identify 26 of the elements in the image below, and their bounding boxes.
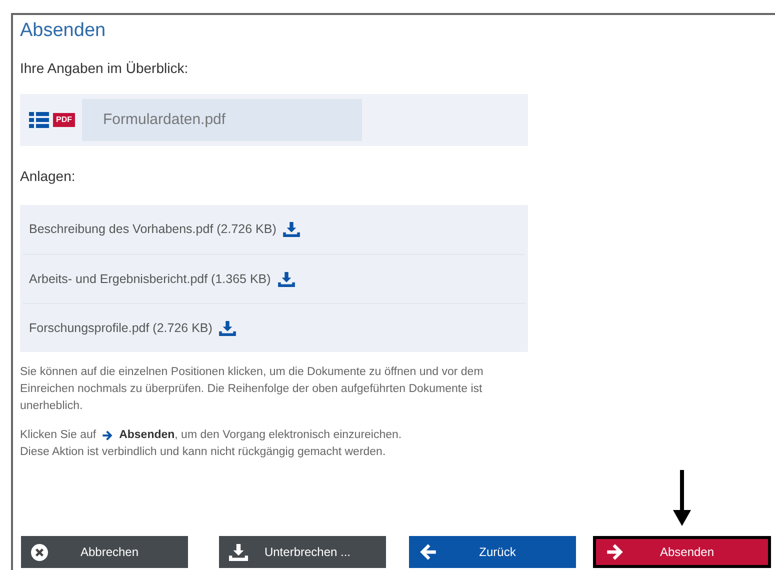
- download-icon[interactable]: [219, 320, 236, 336]
- instruction-text: Klicken Sie auf: [20, 428, 96, 443]
- file-link[interactable]: Formulardaten.pdf: [82, 99, 362, 141]
- section-label: Ihre Angaben im Überblick:: [20, 59, 190, 78]
- arrow-left-icon: [419, 543, 437, 561]
- page-title: Absenden: [20, 19, 107, 43]
- list-icon[interactable]: [29, 112, 49, 128]
- arrow-right-icon: [606, 543, 624, 561]
- note-text: Diese Aktion ist verbindlich und kann nicht rückgängig gemacht werden.: [20, 445, 387, 460]
- hint-text: Sie können auf die einzelnen Positionen klicken, um die Dokumente zu öffnen und vor dem Einreichen nochmals zu überprüfen. Die Reihenfolge der oben aufgeführten Dokumente ist unerheblich.: [20, 365, 484, 414]
- pointer-arrow: [672, 470, 692, 526]
- instruction-text: Absenden, um den Vorgang elektronisch einzureichen.: [119, 428, 402, 443]
- section-label: Anlagen:: [20, 167, 76, 186]
- action-button[interactable]: Absenden: [593, 536, 771, 568]
- attachment-link[interactable]: Forschungsprofile.pdf (2.726 KB): [29, 318, 212, 338]
- attachment-link[interactable]: Beschreibung des Vorhabens.pdf (2.726 KB): [29, 220, 276, 239]
- download-icon[interactable]: [229, 544, 248, 560]
- action-button[interactable]: Zurück: [409, 536, 576, 568]
- arrow-right-icon: [102, 430, 114, 441]
- close-circle-icon: [31, 544, 48, 560]
- download-icon[interactable]: [278, 272, 295, 286]
- download-icon[interactable]: [283, 222, 300, 237]
- attachment-link[interactable]: Arbeits- und Ergebnisbericht.pdf (1.365 KB): [29, 270, 271, 288]
- action-button[interactable]: Unterbrechen ...: [219, 536, 386, 568]
- action-button[interactable]: Abbrechen: [21, 536, 188, 568]
- pdf-icon: PDF: [53, 113, 75, 127]
